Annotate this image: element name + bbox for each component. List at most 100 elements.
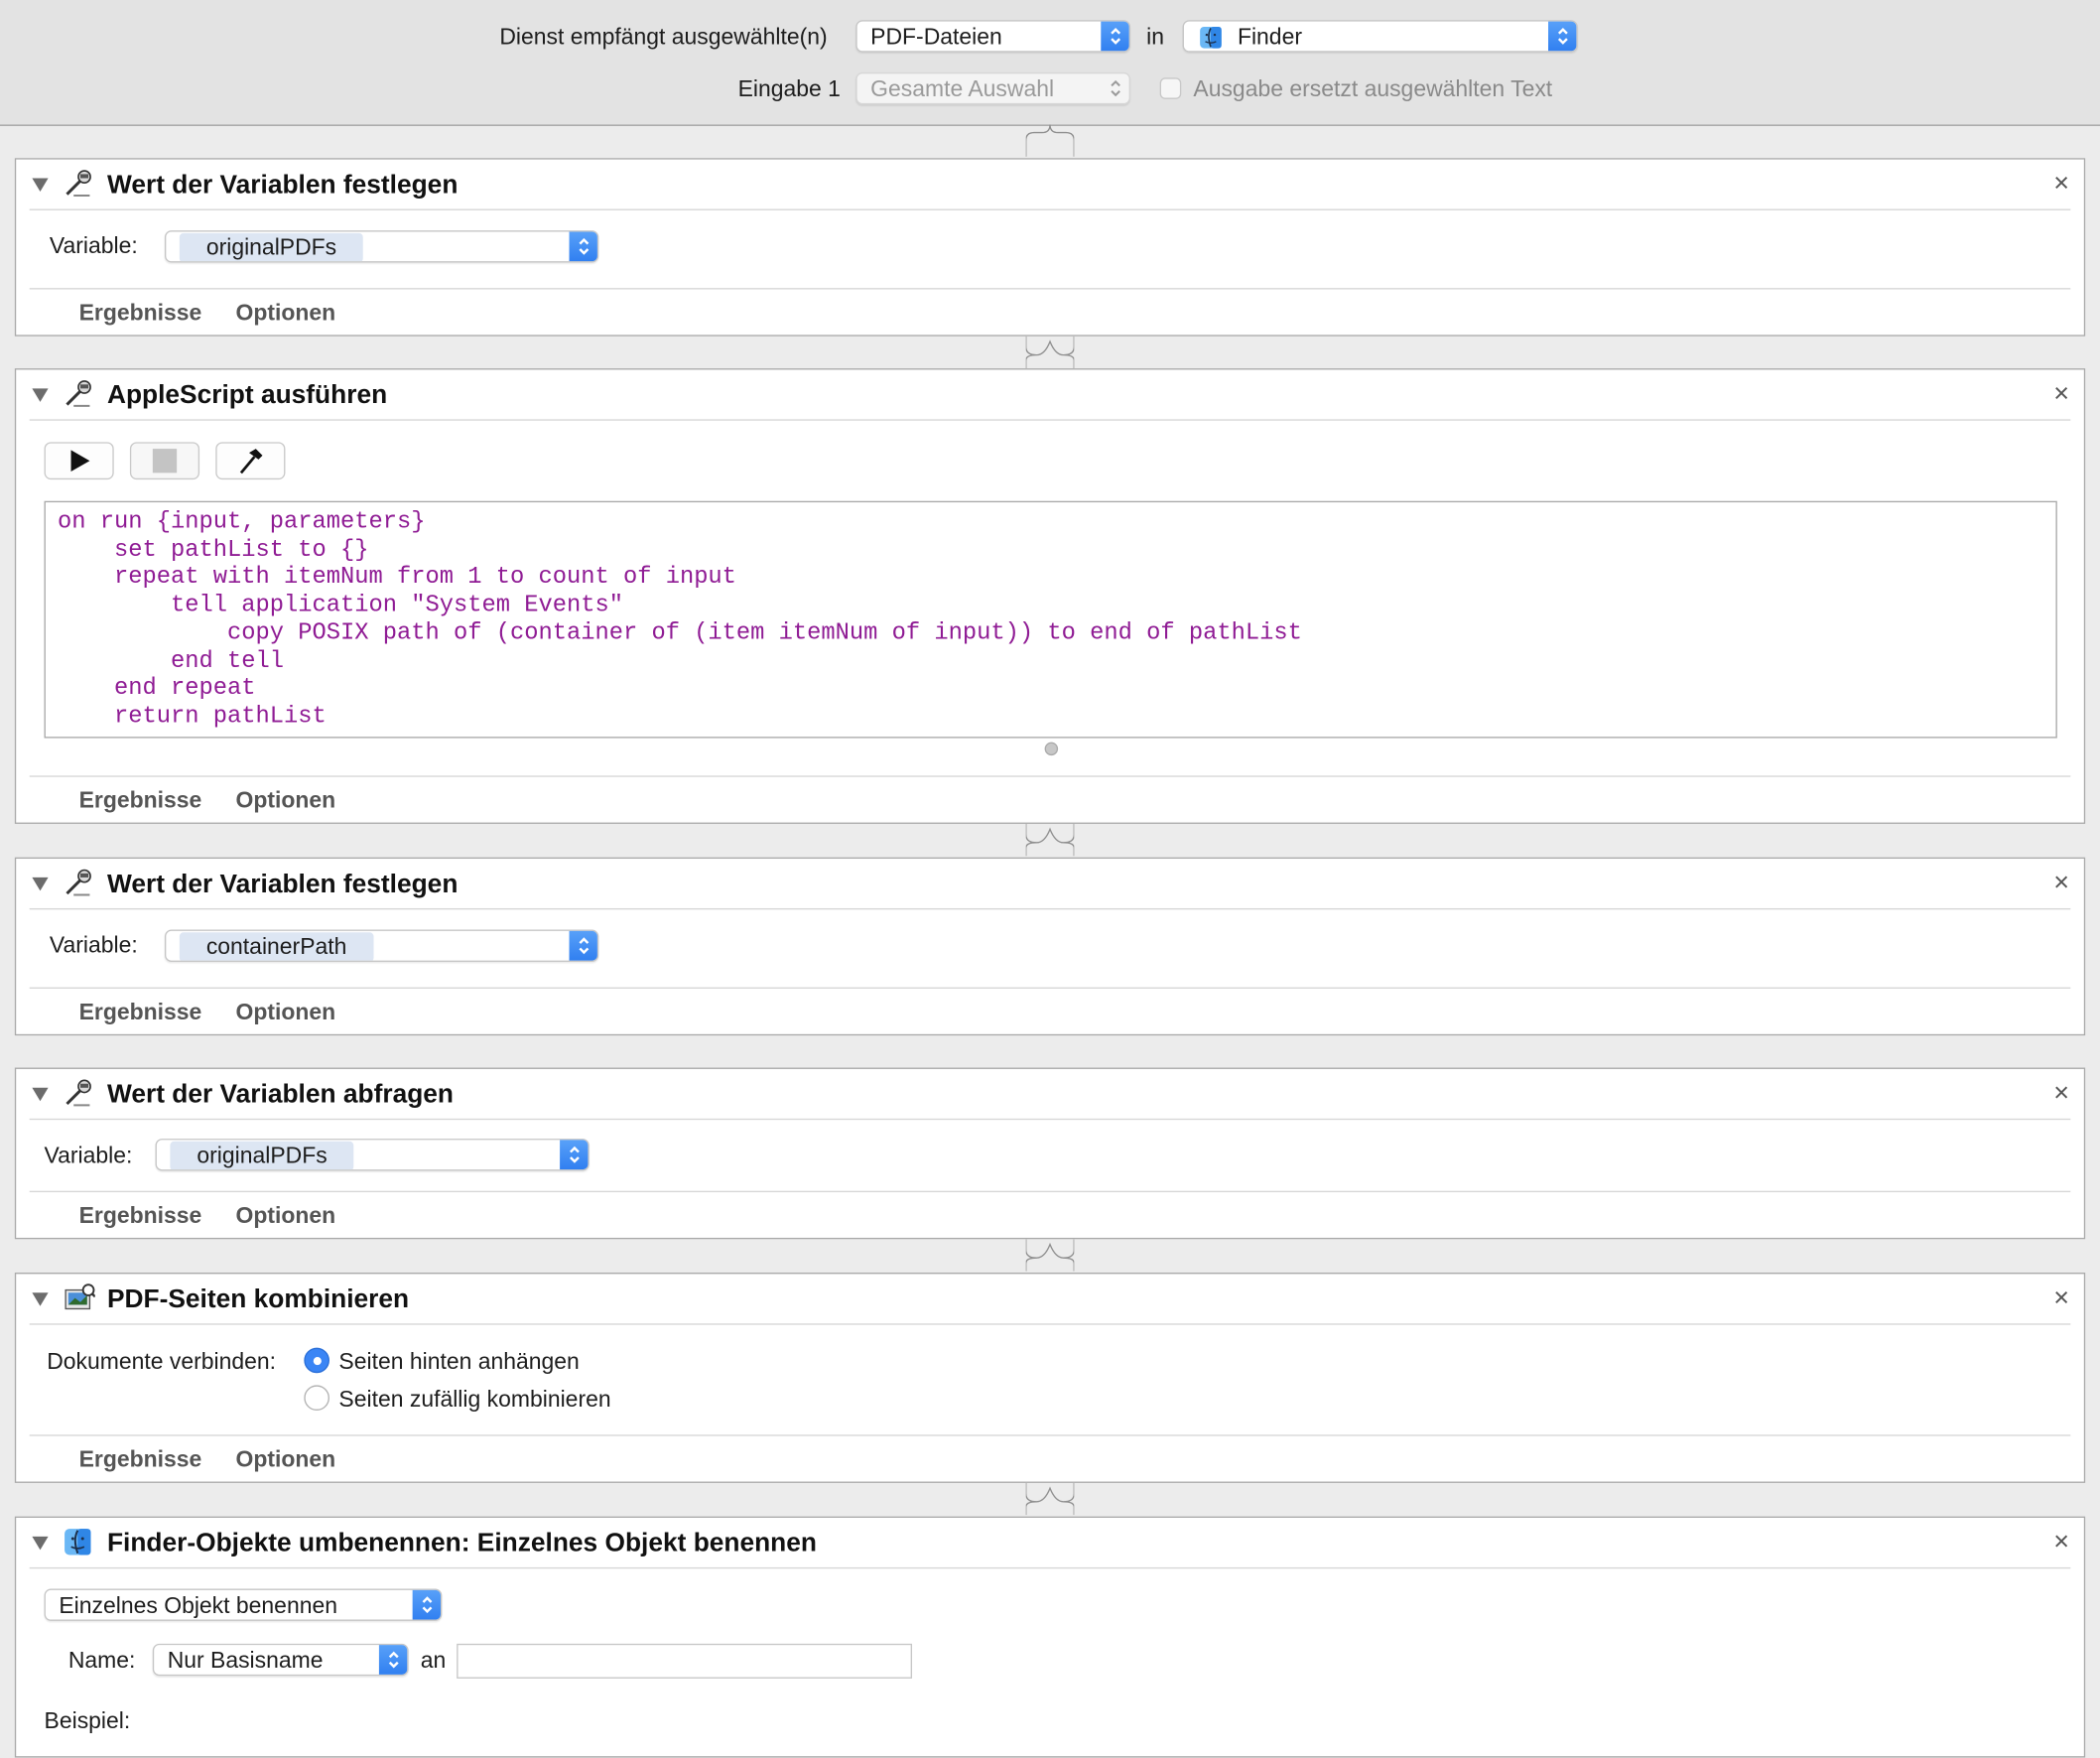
disclosure-triangle-icon[interactable]: [32, 178, 49, 192]
results-tab[interactable]: Ergebnisse: [79, 1000, 202, 1026]
connector-notch: [1025, 1239, 1075, 1272]
replace-text-checkbox[interactable]: [1159, 77, 1182, 99]
popup-stepper-icon: [1101, 73, 1128, 103]
action-run-applescript: AppleScript ausführen × on run {input, p…: [14, 368, 2086, 824]
rename-mode-popup[interactable]: Einzelnes Objekt benennen: [44, 1588, 443, 1621]
results-tab[interactable]: Ergebnisse: [79, 1203, 202, 1230]
variable-popup[interactable]: containerPath: [164, 929, 599, 962]
shuffle-pages-radio[interactable]: [304, 1385, 329, 1412]
script-editor[interactable]: on run {input, parameters} set pathList …: [44, 500, 2057, 739]
results-tab[interactable]: Ergebnisse: [79, 300, 202, 327]
variable-token: originalPDFs: [170, 1141, 354, 1170]
an-label: an: [420, 1647, 447, 1674]
options-tab[interactable]: Optionen: [236, 1446, 336, 1473]
application-value: Finder: [1237, 24, 1302, 50]
variable-popup[interactable]: originalPDFs: [155, 1139, 590, 1171]
combine-documents-label: Dokumente verbinden:: [47, 1348, 277, 1375]
service-receives-label: Dienst empfängt ausgewählte(n): [499, 24, 828, 50]
input-scope-value: Gesamte Auswahl: [870, 75, 1055, 102]
variable-label: Variable:: [49, 232, 138, 259]
play-icon: [70, 450, 90, 473]
rename-mode-value: Einzelnes Objekt benennen: [59, 1592, 337, 1619]
action-set-variable-1: Wert der Variablen festlegen × Variable:…: [14, 158, 2086, 338]
action-header: PDF-Seiten kombinieren ×: [29, 1274, 2071, 1325]
popup-stepper-icon: [569, 231, 597, 262]
options-tab[interactable]: Optionen: [236, 788, 336, 815]
action-set-variable-2: Wert der Variablen festlegen × Variable:…: [14, 857, 2086, 1037]
finder-icon: [63, 1527, 94, 1558]
options-tab[interactable]: Optionen: [236, 1000, 336, 1026]
options-tab[interactable]: Optionen: [236, 300, 336, 327]
variable-popup[interactable]: originalPDFs: [164, 230, 599, 263]
application-popup[interactable]: Finder: [1182, 20, 1578, 53]
connector-notch: [1025, 336, 1075, 369]
close-action-icon[interactable]: ×: [2053, 170, 2069, 197]
replace-text-label: Ausgabe ersetzt ausgewählten Text: [1193, 75, 1553, 102]
action-header: Wert der Variablen abfragen ×: [29, 1069, 2071, 1121]
action-get-variable: Wert der Variablen abfragen × Variable: …: [14, 1067, 2086, 1241]
automator-robot-icon: [63, 169, 94, 201]
action-header: Wert der Variablen festlegen ×: [29, 859, 2071, 910]
stop-icon: [152, 449, 178, 473]
options-tab[interactable]: Optionen: [236, 1203, 336, 1230]
resize-handle[interactable]: [1044, 742, 1059, 756]
close-action-icon[interactable]: ×: [2053, 380, 2069, 407]
action-rename-finder-items: Finder-Objekte umbenennen: Einzelnes Obj…: [14, 1516, 2086, 1758]
append-pages-radio[interactable]: [304, 1347, 329, 1374]
disclosure-triangle-icon[interactable]: [32, 1292, 49, 1306]
append-pages-label: Seiten hinten anhängen: [338, 1348, 580, 1375]
disclosure-triangle-icon[interactable]: [32, 1087, 49, 1102]
script-code: on run {input, parameters} set pathList …: [58, 508, 1302, 731]
results-tab[interactable]: Ergebnisse: [79, 788, 202, 815]
action-title: AppleScript ausführen: [106, 380, 388, 410]
action-title: Finder-Objekte umbenennen: Einzelnes Obj…: [106, 1528, 817, 1558]
close-action-icon[interactable]: ×: [2053, 1529, 2069, 1555]
shuffle-pages-label: Seiten zufällig kombinieren: [338, 1386, 611, 1413]
automator-robot-icon: [63, 1078, 94, 1110]
action-combine-pdf-pages: PDF-Seiten kombinieren × Dokumente verbi…: [14, 1273, 2086, 1484]
automator-robot-icon: [63, 868, 94, 899]
example-label: Beispiel:: [44, 1707, 131, 1734]
variable-label: Variable:: [49, 932, 138, 958]
popup-stepper-icon: [560, 1140, 589, 1170]
variable-token: containerPath: [179, 932, 374, 961]
name-option-popup[interactable]: Nur Basisname: [152, 1643, 409, 1677]
popup-stepper-icon: [378, 1645, 408, 1675]
connector-notch: [1025, 823, 1075, 857]
new-name-input[interactable]: [457, 1643, 913, 1679]
input-type-popup[interactable]: PDF-Dateien: [855, 20, 1130, 53]
action-footer: Ergebnisse Optionen: [29, 1434, 2071, 1484]
close-action-icon[interactable]: ×: [2053, 1285, 2069, 1311]
input-type-value: PDF-Dateien: [870, 24, 1002, 50]
service-settings-bar: Dienst empfängt ausgewählte(n) PDF-Datei…: [0, 0, 2100, 126]
preview-app-icon: [63, 1284, 96, 1315]
results-tab[interactable]: Ergebnisse: [79, 1446, 202, 1473]
popup-stepper-icon: [1548, 21, 1577, 52]
action-title: Wert der Variablen festlegen: [106, 170, 459, 201]
action-footer: Ergebnisse Optionen: [29, 987, 2071, 1037]
action-title: PDF-Seiten kombinieren: [106, 1285, 410, 1314]
disclosure-triangle-icon[interactable]: [32, 1536, 49, 1551]
close-action-icon[interactable]: ×: [2053, 1080, 2069, 1107]
action-header: Finder-Objekte umbenennen: Einzelnes Obj…: [29, 1518, 2071, 1569]
hammer-icon: [239, 449, 263, 474]
finder-icon: [1199, 26, 1223, 52]
popup-stepper-icon: [412, 1589, 441, 1620]
popup-stepper-icon: [1101, 21, 1129, 52]
action-header: AppleScript ausführen ×: [29, 369, 2071, 421]
compile-script-button[interactable]: [215, 442, 286, 480]
action-footer: Ergebnisse Optionen: [29, 288, 2071, 338]
action-title: Wert der Variablen abfragen: [106, 1079, 455, 1110]
popup-stepper-icon: [569, 930, 597, 961]
input-scope-popup[interactable]: Gesamte Auswahl: [855, 71, 1130, 105]
disclosure-triangle-icon[interactable]: [32, 388, 49, 402]
action-footer: Ergebnisse Optionen: [29, 1190, 2071, 1241]
run-script-button[interactable]: [44, 442, 114, 480]
in-label: in: [1146, 24, 1165, 50]
disclosure-triangle-icon[interactable]: [32, 877, 49, 891]
action-title: Wert der Variablen festlegen: [106, 869, 459, 899]
close-action-icon[interactable]: ×: [2053, 870, 2069, 896]
stop-script-button[interactable]: [129, 442, 200, 480]
variable-label: Variable:: [44, 1143, 133, 1168]
connector-notch: [1025, 1482, 1075, 1516]
